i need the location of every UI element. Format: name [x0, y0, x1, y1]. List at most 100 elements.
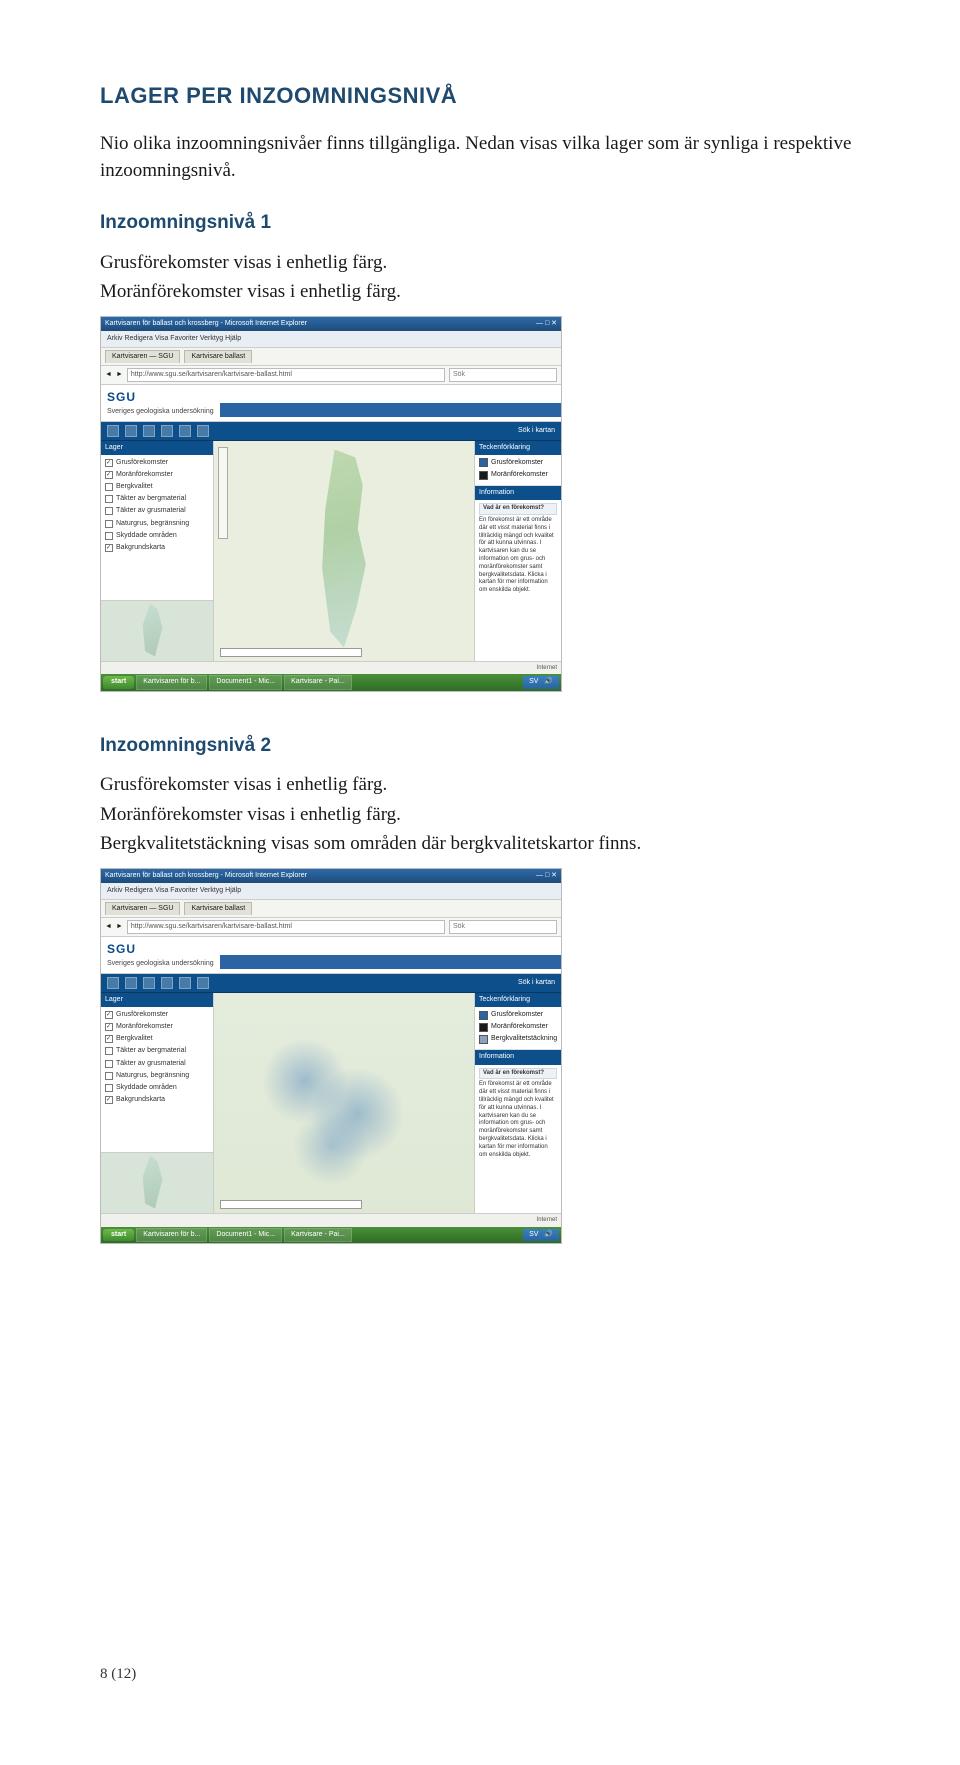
checkbox-icon[interactable] [105, 1060, 113, 1068]
browser-statusbar: Internet [101, 1213, 561, 1227]
info-pane-title: Information [475, 486, 561, 500]
browser-search[interactable]: Sök [449, 368, 557, 382]
sgu-nav-bar[interactable] [220, 955, 561, 969]
map-toolbar[interactable]: Sök i kartan [101, 422, 561, 441]
checkbox-icon[interactable] [105, 544, 113, 552]
taskbar-item[interactable]: Kartvisaren för b... [136, 1228, 207, 1242]
window-title: Kartvisaren för ballast och krossberg - … [105, 871, 307, 881]
info-icon[interactable] [161, 425, 173, 437]
checkbox-icon[interactable] [105, 459, 113, 467]
browser-tab[interactable]: Kartvisaren — SGU [105, 902, 180, 915]
sgu-subtitle: Sveriges geologiska undersökning [107, 407, 214, 417]
layer-item-label[interactable]: Bergkvalitet [116, 1034, 153, 1044]
layer-item-label[interactable]: Naturgrus, begränsning [116, 1071, 189, 1081]
legend-list: Grusförekomster Moränförekomster [475, 455, 561, 486]
map-canvas[interactable] [214, 441, 474, 661]
back-icon[interactable]: ◄ [105, 922, 112, 932]
zoom-out-icon[interactable] [125, 977, 137, 989]
layer-item-label[interactable]: Skyddade områden [116, 1083, 177, 1093]
taskbar-item[interactable]: Kartvisare - Pai... [284, 1228, 352, 1242]
layer-item-label[interactable]: Grusförekomster [116, 458, 168, 468]
layer-item-label[interactable]: Bakgrundskarta [116, 1095, 165, 1105]
window-controls[interactable]: — □ ✕ [536, 871, 557, 881]
layer-item-label[interactable]: Täkter av bergmaterial [116, 494, 186, 504]
forward-icon[interactable]: ► [116, 922, 123, 932]
browser-tabs[interactable]: Kartvisaren — SGU Kartvisare ballast [101, 348, 561, 366]
browser-tab[interactable]: Kartvisare ballast [184, 902, 252, 915]
print-icon[interactable] [197, 977, 209, 989]
taskbar-tray[interactable]: SV 🔊 [523, 676, 559, 688]
forward-icon[interactable]: ► [116, 370, 123, 380]
browser-tabs[interactable]: Kartvisaren — SGU Kartvisare ballast [101, 900, 561, 918]
taskbar-item[interactable]: Document1 - Mic... [209, 1228, 282, 1242]
back-icon[interactable]: ◄ [105, 370, 112, 380]
map-canvas[interactable] [214, 993, 474, 1213]
checkbox-icon[interactable] [105, 1023, 113, 1031]
print-icon[interactable] [197, 425, 209, 437]
browser-menubar[interactable]: Arkiv Redigera Visa Favoriter Verktyg Hj… [101, 883, 561, 900]
checkbox-icon[interactable] [105, 1084, 113, 1092]
overview-map[interactable] [101, 1152, 213, 1213]
layer-list[interactable]: Grusförekomster Moränförekomster Bergkva… [101, 455, 213, 600]
layer-item-label[interactable]: Moränförekomster [116, 1022, 173, 1032]
measure-icon[interactable] [179, 425, 191, 437]
browser-tab[interactable]: Kartvisaren — SGU [105, 350, 180, 363]
layer-item-label[interactable]: Täkter av grusmaterial [116, 506, 186, 516]
taskbar-item[interactable]: Kartvisare - Pai... [284, 675, 352, 689]
search-map-label: Sök i kartan [518, 978, 555, 988]
layer-item-label[interactable]: Bergkvalitet [116, 482, 153, 492]
checkbox-icon[interactable] [105, 1072, 113, 1080]
legend-swatch [479, 1011, 488, 1020]
legend-label: Moränförekomster [491, 1022, 548, 1032]
layer-item-label[interactable]: Täkter av bergmaterial [116, 1046, 186, 1056]
zoom-in-icon[interactable] [107, 425, 119, 437]
checkbox-icon[interactable] [105, 1011, 113, 1019]
checkbox-icon[interactable] [105, 1035, 113, 1043]
browser-menubar[interactable]: Arkiv Redigera Visa Favoriter Verktyg Hj… [101, 331, 561, 348]
pan-icon[interactable] [143, 977, 155, 989]
info-icon[interactable] [161, 977, 173, 989]
zoom-slider[interactable] [218, 447, 228, 539]
figure-zoom-level-1: Kartvisaren för ballast och krossberg - … [100, 316, 860, 692]
checkbox-icon[interactable] [105, 483, 113, 491]
layer-item-label[interactable]: Grusförekomster [116, 1010, 168, 1020]
checkbox-icon[interactable] [105, 1096, 113, 1104]
sgu-subtitle: Sveriges geologiska undersökning [107, 959, 214, 969]
overview-map[interactable] [101, 600, 213, 661]
address-bar[interactable]: http://www.sgu.se/kartvisaren/kartvisare… [127, 368, 445, 382]
taskbar-item[interactable]: Kartvisaren för b... [136, 675, 207, 689]
measure-icon[interactable] [179, 977, 191, 989]
layer-item-label[interactable]: Bakgrundskarta [116, 543, 165, 553]
figure-zoom-level-2: Kartvisaren för ballast och krossberg - … [100, 868, 860, 1244]
checkbox-icon[interactable] [105, 1047, 113, 1055]
legend-swatch [479, 458, 488, 467]
address-bar[interactable]: http://www.sgu.se/kartvisaren/kartvisare… [127, 920, 445, 934]
windows-taskbar[interactable]: start Kartvisaren för b... Document1 - M… [101, 1227, 561, 1243]
browser-tab[interactable]: Kartvisare ballast [184, 350, 252, 363]
layer-list[interactable]: Grusförekomster Moränförekomster Bergkva… [101, 1007, 213, 1152]
zoom-out-icon[interactable] [125, 425, 137, 437]
map-toolbar[interactable]: Sök i kartan [101, 974, 561, 993]
checkbox-icon[interactable] [105, 471, 113, 479]
checkbox-icon[interactable] [105, 532, 113, 540]
pan-icon[interactable] [143, 425, 155, 437]
sgu-nav-bar[interactable] [220, 403, 561, 417]
start-button[interactable]: start [103, 676, 134, 688]
legend-label: Grusförekomster [491, 1010, 543, 1020]
taskbar-item[interactable]: Document1 - Mic... [209, 675, 282, 689]
legend-swatch [479, 1035, 488, 1044]
window-controls[interactable]: — □ ✕ [536, 319, 557, 329]
windows-taskbar[interactable]: start Kartvisaren för b... Document1 - M… [101, 674, 561, 690]
layer-item-label[interactable]: Täkter av grusmaterial [116, 1059, 186, 1069]
layer-item-label[interactable]: Skyddade områden [116, 531, 177, 541]
checkbox-icon[interactable] [105, 520, 113, 528]
checkbox-icon[interactable] [105, 507, 113, 515]
start-button[interactable]: start [103, 1229, 134, 1241]
zoom-in-icon[interactable] [107, 977, 119, 989]
browser-search[interactable]: Sök [449, 920, 557, 934]
layer-item-label[interactable]: Naturgrus, begränsning [116, 519, 189, 529]
layer-item-label[interactable]: Moränförekomster [116, 470, 173, 480]
sgu-logo: SGU [107, 941, 214, 958]
checkbox-icon[interactable] [105, 495, 113, 503]
taskbar-tray[interactable]: SV 🔊 [523, 1229, 559, 1241]
